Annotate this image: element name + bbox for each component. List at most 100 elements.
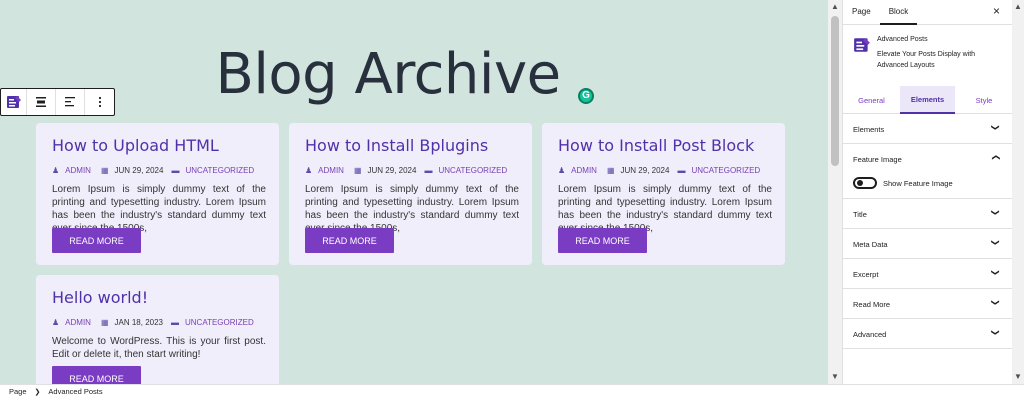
chevron-down-icon: ❯: [991, 329, 1001, 336]
post-date: JUN 29, 2024: [367, 166, 417, 175]
align-left-button[interactable]: [56, 89, 85, 115]
post-meta: ♟ ADMIN ▦ JUN 29, 2024 ▬ UNCATEGORIZED: [558, 166, 760, 175]
breadcrumb-item-page[interactable]: Page: [9, 387, 27, 396]
tab-elements[interactable]: Elements: [900, 86, 955, 114]
chevron-down-icon: ❯: [991, 209, 1001, 216]
folder-icon: ▬: [171, 166, 180, 175]
post-author[interactable]: ADMIN: [65, 318, 91, 327]
post-card: How to Install Bplugins ♟ ADMIN ▦ JUN 29…: [289, 123, 532, 265]
scroll-up-icon[interactable]: ▲: [1012, 0, 1024, 14]
block-toolbar: [0, 88, 115, 116]
panel-label: Excerpt: [853, 270, 879, 279]
post-category[interactable]: UNCATEGORIZED: [691, 166, 760, 175]
read-more-button[interactable]: READ MORE: [52, 228, 141, 253]
panel-meta-data[interactable]: Meta Data ❯: [843, 229, 1013, 259]
folder-icon: ▬: [424, 166, 433, 175]
user-icon: ♟: [305, 166, 313, 175]
chevron-right-icon: ❯: [34, 388, 41, 396]
chevron-down-icon: ❯: [991, 299, 1001, 306]
post-meta: ♟ ADMIN ▦ JAN 18, 2023 ▬ UNCATEGORIZED: [52, 318, 254, 327]
post-card: Hello world! ♟ ADMIN ▦ JAN 18, 2023 ▬ UN…: [36, 275, 279, 384]
post-title[interactable]: How to Install Bplugins: [305, 136, 488, 155]
calendar-icon: ▦: [100, 318, 109, 327]
post-author[interactable]: ADMIN: [318, 166, 344, 175]
calendar-icon: ▦: [606, 166, 615, 175]
post-author[interactable]: ADMIN: [65, 166, 91, 175]
block-card: Advanced Posts Elevate Your Posts Displa…: [853, 36, 1007, 71]
post-category[interactable]: UNCATEGORIZED: [185, 166, 254, 175]
calendar-icon: ▦: [100, 166, 109, 175]
tab-style[interactable]: Style: [955, 86, 1013, 114]
panel-feature-image[interactable]: Feature Image ❯: [843, 144, 1013, 199]
user-icon: ♟: [558, 166, 566, 175]
panel-label: Title: [853, 210, 867, 219]
show-feature-image-toggle[interactable]: [853, 177, 877, 189]
panel-label: Elements: [853, 125, 885, 134]
post-card: How to Upload HTML ♟ ADMIN ▦ JUN 29, 202…: [36, 123, 279, 265]
folder-icon: ▬: [171, 318, 179, 327]
panel-advanced[interactable]: Advanced ❯: [843, 319, 1013, 349]
tab-page[interactable]: Page: [843, 0, 880, 25]
grammarly-icon[interactable]: G: [578, 88, 594, 104]
scroll-down-icon[interactable]: ▼: [1012, 370, 1024, 384]
align-center-button[interactable]: [27, 89, 56, 115]
align-left-icon: [65, 97, 75, 107]
toggle-label: Show Feature Image: [883, 179, 953, 188]
chevron-up-icon: ❯: [991, 154, 1001, 161]
read-more-button[interactable]: READ MORE: [52, 366, 141, 384]
block-name: Advanced Posts: [877, 36, 928, 43]
read-more-button[interactable]: READ MORE: [305, 228, 394, 253]
folder-icon: ▬: [677, 166, 686, 175]
post-date: JUN 29, 2024: [620, 166, 670, 175]
chevron-down-icon: ❯: [991, 269, 1001, 276]
toggle-knob: [857, 180, 863, 186]
scroll-up-icon[interactable]: ▲: [828, 0, 842, 14]
block-icon: [6, 96, 21, 108]
editor-canvas: Blog Archive G How to Upload HTML ♟ ADMI…: [0, 0, 828, 384]
canvas-scrollbar[interactable]: ▲ ▼: [828, 0, 842, 384]
block-type-button[interactable]: [1, 89, 27, 115]
post-date: JUN 29, 2024: [114, 166, 164, 175]
block-icon: [854, 38, 870, 52]
user-icon: ♟: [52, 166, 60, 175]
more-options-icon: [98, 96, 101, 108]
post-meta: ♟ ADMIN ▦ JUN 29, 2024 ▬ UNCATEGORIZED: [305, 166, 507, 175]
settings-sidebar: Page Block × Advanced Posts Elevate Your…: [842, 0, 1013, 384]
post-category[interactable]: UNCATEGORIZED: [438, 166, 507, 175]
breadcrumb-item-block[interactable]: Advanced Posts: [48, 387, 102, 396]
close-icon[interactable]: ×: [993, 4, 1000, 18]
chevron-down-icon: ❯: [991, 124, 1001, 131]
post-date: JAN 18, 2023: [114, 318, 163, 327]
read-more-button[interactable]: READ MORE: [558, 228, 647, 253]
panel-label: Read More: [853, 300, 891, 309]
scroll-down-icon[interactable]: ▼: [828, 370, 842, 384]
page-title[interactable]: Blog Archive: [0, 42, 776, 107]
panel-title[interactable]: Title ❯: [843, 199, 1013, 229]
post-title[interactable]: How to Install Post Block: [558, 136, 754, 155]
post-title[interactable]: Hello world!: [52, 288, 148, 307]
scroll-thumb[interactable]: [831, 16, 839, 166]
breadcrumb: Page ❯ Advanced Posts: [0, 384, 1024, 398]
panel-excerpt[interactable]: Excerpt ❯: [843, 259, 1013, 289]
user-icon: ♟: [52, 318, 60, 327]
tab-block[interactable]: Block: [879, 0, 918, 25]
panel-label: Feature Image: [853, 155, 902, 164]
panel-label: Advanced: [853, 330, 887, 339]
block-description: Elevate Your Posts Display with Advanced…: [877, 51, 976, 69]
post-title[interactable]: How to Upload HTML: [52, 136, 219, 155]
block-settings-tabs: General Elements Style: [843, 86, 1013, 114]
sidebar-tabs: Page Block ×: [843, 0, 1012, 25]
post-excerpt: Welcome to WordPress. This is your first…: [52, 336, 266, 360]
calendar-icon: ▦: [353, 166, 362, 175]
chevron-down-icon: ❯: [991, 239, 1001, 246]
post-author[interactable]: ADMIN: [571, 166, 597, 175]
panel-read-more[interactable]: Read More ❯: [843, 289, 1013, 319]
post-meta: ♟ ADMIN ▦ JUN 29, 2024 ▬ UNCATEGORIZED: [52, 166, 254, 175]
sidebar-scrollbar[interactable]: ▲ ▼: [1012, 0, 1024, 384]
panel-elements[interactable]: Elements ❯: [843, 114, 1013, 144]
post-category[interactable]: UNCATEGORIZED: [185, 318, 254, 327]
more-options-button[interactable]: [85, 89, 114, 115]
tab-general[interactable]: General: [843, 86, 900, 114]
panel-label: Meta Data: [853, 240, 888, 249]
post-card: How to Install Post Block ♟ ADMIN ▦ JUN …: [542, 123, 785, 265]
